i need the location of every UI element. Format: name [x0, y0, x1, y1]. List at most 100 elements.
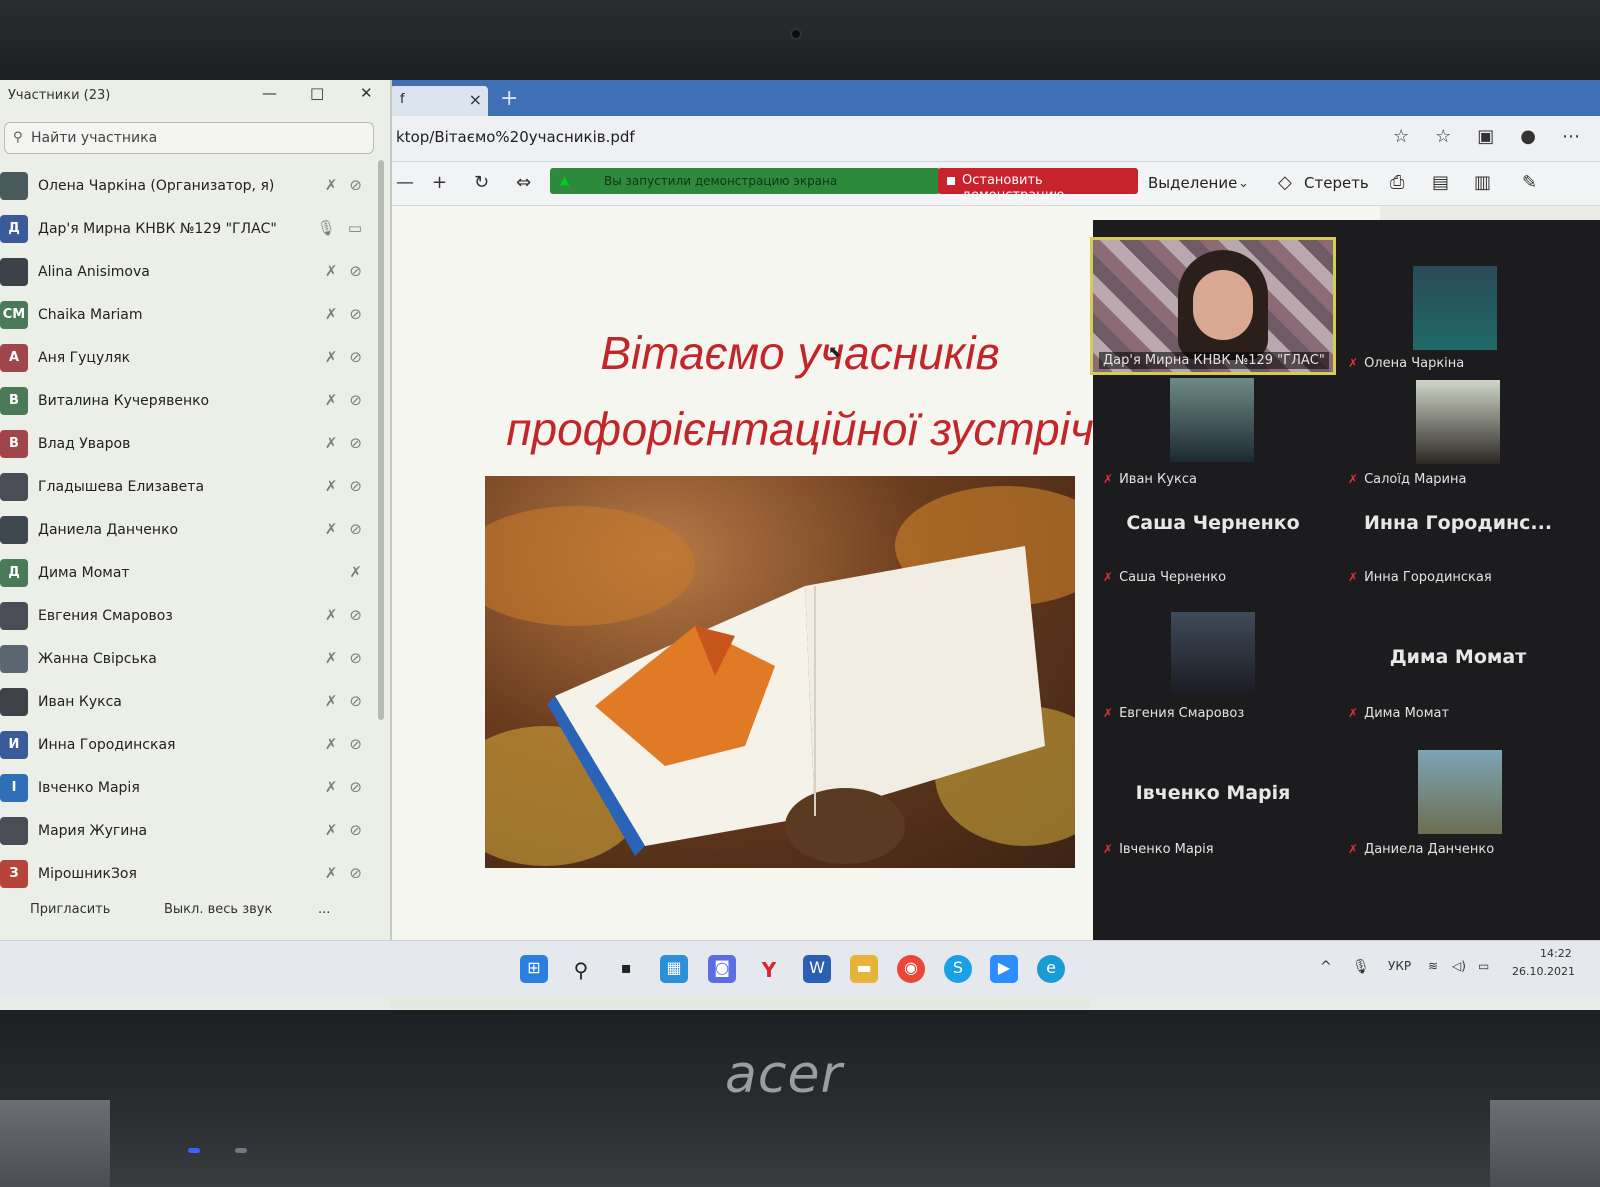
- fit-page-icon[interactable]: ⇔: [516, 172, 531, 193]
- more-options-button[interactable]: ...: [318, 902, 330, 917]
- participant-row[interactable]: Д Дар'я Мирна КНВК №129 "ГЛАС" 🎙 ▭: [0, 209, 380, 252]
- word-icon[interactable]: W: [803, 955, 831, 983]
- highlight-button[interactable]: Выделение: [1148, 174, 1237, 192]
- close-icon[interactable]: ✕: [360, 84, 373, 102]
- mute-all-button[interactable]: Выкл. весь звук: [164, 902, 272, 917]
- participant-row[interactable]: Олена Чаркіна (Организатор, я) ✗ ⊘: [0, 166, 380, 209]
- maximize-icon[interactable]: □: [310, 84, 324, 102]
- widgets-icon[interactable]: ▦: [660, 955, 688, 983]
- chat-icon[interactable]: ◙: [708, 955, 736, 983]
- chrome-icon[interactable]: ◉: [897, 955, 925, 983]
- video-tile[interactable]: Дима Момат ✗ Дима Момат: [1338, 610, 1578, 742]
- muted-mic-icon[interactable]: ✗: [325, 520, 338, 538]
- participant-row[interactable]: Д Дима Момат ✗: [0, 553, 380, 596]
- chevron-up-icon[interactable]: ^: [1320, 959, 1332, 975]
- muted-mic-icon[interactable]: ✗: [325, 434, 338, 452]
- camera-off-icon[interactable]: ⊘: [349, 606, 362, 624]
- skype-icon[interactable]: S: [944, 955, 972, 983]
- rotate-icon[interactable]: ↻: [474, 172, 489, 193]
- minimize-icon[interactable]: —: [262, 84, 277, 102]
- stop-share-button[interactable]: Остановить демонстрацию: [938, 168, 1138, 203]
- clock-time[interactable]: 14:22: [1540, 947, 1572, 960]
- participant-row[interactable]: Евгения Смаровоз ✗ ⊘: [0, 596, 380, 639]
- camera-off-icon[interactable]: ⊘: [349, 821, 362, 839]
- erase-button[interactable]: Стереть: [1304, 174, 1369, 192]
- video-tile[interactable]: ✗ Даниела Данченко: [1338, 750, 1578, 882]
- participant-row[interactable]: CM Chaika Mariam ✗ ⊘: [0, 295, 380, 338]
- video-tile[interactable]: ✗ Салоїд Марина: [1338, 376, 1578, 508]
- camera-off-icon[interactable]: ⊘: [349, 434, 362, 452]
- camera-off-icon[interactable]: ⊘: [349, 735, 362, 753]
- muted-mic-icon[interactable]: ✗: [325, 821, 338, 839]
- muted-mic-icon[interactable]: ✗: [325, 735, 338, 753]
- microphone-icon[interactable]: 🎙: [1352, 959, 1370, 975]
- edge-icon[interactable]: e: [1037, 955, 1065, 983]
- camera-off-icon[interactable]: ⊘: [349, 477, 362, 495]
- tab-close-icon[interactable]: ×: [469, 90, 482, 109]
- profile-icon[interactable]: ●: [1520, 126, 1536, 147]
- save-icon[interactable]: ▤: [1432, 172, 1449, 193]
- muted-mic-icon[interactable]: ✗: [325, 262, 338, 280]
- participant-row[interactable]: Alina Anisimova ✗ ⊘: [0, 252, 380, 295]
- muted-mic-icon[interactable]: ✗: [325, 176, 338, 194]
- participant-row[interactable]: Мария Жугина ✗ ⊘: [0, 811, 380, 854]
- collections-icon[interactable]: ▣: [1477, 126, 1494, 147]
- volume-icon[interactable]: ◁): [1452, 959, 1466, 973]
- video-tile[interactable]: ✗ Иван Кукса: [1093, 376, 1333, 508]
- video-tile[interactable]: Івченко Марія ✗ Івченко Марія: [1093, 750, 1333, 882]
- task-view-icon[interactable]: ▪: [612, 955, 640, 983]
- muted-mic-icon[interactable]: ✗: [325, 864, 338, 882]
- clock-date[interactable]: 26.10.2021: [1512, 965, 1575, 978]
- muted-mic-icon[interactable]: ✗: [325, 692, 338, 710]
- microphone-icon[interactable]: 🎙: [317, 219, 336, 237]
- participant-row[interactable]: А Аня Гуцуляк ✗ ⊘: [0, 338, 380, 381]
- muted-mic-icon[interactable]: ✗: [349, 563, 362, 581]
- participant-row[interactable]: Даниела Данченко ✗ ⊘: [0, 510, 380, 553]
- muted-mic-icon[interactable]: ✗: [325, 391, 338, 409]
- participant-row[interactable]: Иван Кукса ✗ ⊘: [0, 682, 380, 725]
- muted-mic-icon[interactable]: ✗: [325, 305, 338, 323]
- print-icon[interactable]: ⎙: [1390, 172, 1404, 193]
- pin-icon[interactable]: ✎: [1522, 172, 1537, 193]
- video-tile-active-speaker[interactable]: Дар'я Мирна КНВК №129 "ГЛАС": [1090, 237, 1336, 375]
- favorites-icon[interactable]: ☆: [1435, 126, 1451, 147]
- participant-row[interactable]: В Виталина Кучерявенко ✗ ⊘: [0, 381, 380, 424]
- wifi-icon[interactable]: ≋: [1428, 959, 1438, 973]
- muted-mic-icon[interactable]: ✗: [325, 649, 338, 667]
- search-icon[interactable]: ⚲: [567, 955, 595, 983]
- file-explorer-icon[interactable]: ▬: [850, 955, 878, 983]
- camera-off-icon[interactable]: ⊘: [349, 692, 362, 710]
- camera-off-icon[interactable]: ⊘: [349, 520, 362, 538]
- camera-off-icon[interactable]: ⊘: [349, 305, 362, 323]
- camera-off-icon[interactable]: ⊘: [349, 864, 362, 882]
- camera-off-icon[interactable]: ⊘: [349, 391, 362, 409]
- add-favorite-icon[interactable]: ☆: [1393, 126, 1409, 147]
- muted-mic-icon[interactable]: ✗: [325, 606, 338, 624]
- participant-row[interactable]: І Івченко Марія ✗ ⊘: [0, 768, 380, 811]
- new-tab-button[interactable]: +: [500, 86, 518, 111]
- camera-off-icon[interactable]: ⊘: [349, 262, 362, 280]
- camera-off-icon[interactable]: ⊘: [349, 348, 362, 366]
- camera-off-icon[interactable]: ⊘: [349, 176, 362, 194]
- url-field[interactable]: ktop/Вітаємо%20учасників.pdf: [392, 124, 1372, 152]
- eraser-icon[interactable]: ◇: [1278, 172, 1292, 193]
- participant-search-input[interactable]: ⚲ Найти участника: [4, 122, 374, 154]
- participant-row[interactable]: З МірошникЗоя ✗ ⊘: [0, 854, 380, 897]
- yandex-icon[interactable]: Y: [755, 955, 783, 983]
- zoom-in-button[interactable]: +: [432, 172, 447, 193]
- language-indicator[interactable]: УКР: [1388, 959, 1411, 973]
- muted-mic-icon[interactable]: ✗: [325, 348, 338, 366]
- save-as-icon[interactable]: ▥: [1474, 172, 1491, 193]
- muted-mic-icon[interactable]: ✗: [325, 778, 338, 796]
- video-tile[interactable]: ✗ Евгения Смаровоз: [1093, 610, 1333, 742]
- zoom-out-button[interactable]: —: [396, 172, 414, 193]
- chevron-down-icon[interactable]: ⌄: [1238, 176, 1249, 191]
- browser-tab[interactable]: f ×: [390, 86, 488, 116]
- camera-off-icon[interactable]: ⊘: [349, 649, 362, 667]
- camera-off-icon[interactable]: ⊘: [349, 778, 362, 796]
- invite-button[interactable]: Пригласить: [30, 902, 110, 917]
- muted-mic-icon[interactable]: ✗: [325, 477, 338, 495]
- participant-row[interactable]: В Влад Уваров ✗ ⊘: [0, 424, 380, 467]
- start-icon[interactable]: ⊞: [520, 955, 548, 983]
- participant-list-scrollbar[interactable]: [378, 160, 384, 720]
